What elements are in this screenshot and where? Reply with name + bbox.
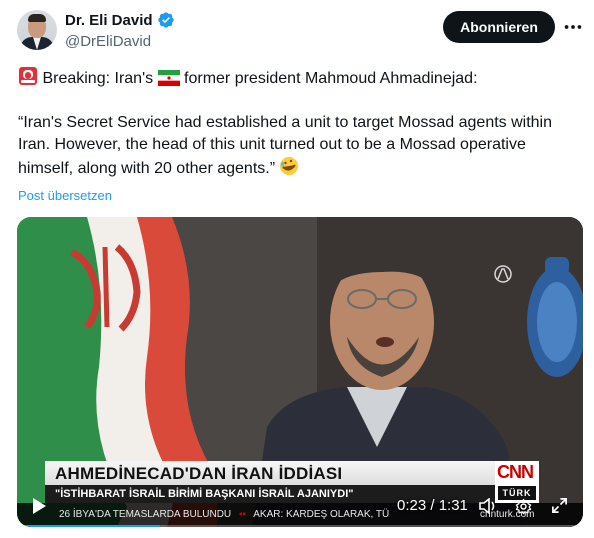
- fullscreen-icon[interactable]: [551, 497, 568, 514]
- channel-logo-text: CNN: [497, 462, 534, 482]
- tweet-body: Breaking: Iran's former president Mahmou…: [18, 66, 578, 180]
- agency-watermark-icon: [494, 265, 512, 283]
- subscribe-button[interactable]: Abonnieren: [443, 11, 555, 43]
- verified-badge-icon: [157, 12, 174, 28]
- tweet-line-1-prefix: Breaking: Iran's: [42, 70, 154, 87]
- video-progress-fill: [17, 525, 161, 527]
- tweet-quote: “Iran's Secret Service had established a…: [18, 112, 578, 180]
- settings-gear-icon[interactable]: [515, 498, 532, 515]
- video-time: 0:23 / 1:31: [397, 497, 468, 514]
- crawl-item-1: 26 İBYA'DA TEMASLARDA BULUNDU: [59, 509, 232, 520]
- iran-flag-emoji-icon: [157, 70, 180, 86]
- rofl-emoji-icon: [280, 157, 299, 175]
- author-handle[interactable]: @DrEliDavid: [65, 33, 151, 50]
- avatar[interactable]: [17, 10, 57, 50]
- crawl-separator-icon: ▪▪: [238, 509, 247, 520]
- author-name-row[interactable]: Dr. Eli David: [65, 11, 175, 29]
- more-options-icon[interactable]: [562, 16, 584, 38]
- play-icon[interactable]: [31, 497, 47, 515]
- translate-post-link[interactable]: Post übersetzen: [18, 188, 112, 203]
- crawl-item-2: AKAR: KARDEŞ OLARAK, TÜ: [253, 509, 390, 520]
- news-crawl: 26 İBYA'DA TEMASLARDA BULUNDU ▪▪ AKAR: K…: [17, 503, 583, 527]
- tweet-line-1: Breaking: Iran's former president Mahmou…: [18, 66, 578, 90]
- tweet-line-1-suffix: former president Mahmoud Ahmadinejad:: [184, 70, 478, 87]
- siren-emoji-icon: [19, 67, 37, 85]
- channel-logo: CNN TÜRK: [495, 461, 539, 503]
- video-progress-bar[interactable]: [17, 525, 583, 527]
- author-display-name[interactable]: Dr. Eli David: [65, 12, 153, 29]
- video-player[interactable]: AHMEDİNECAD'DAN İRAN İDDİASI "İSTİHBARAT…: [17, 217, 583, 527]
- volume-icon[interactable]: [479, 498, 497, 514]
- video-headline: AHMEDİNECAD'DAN İRAN İDDİASI: [45, 461, 495, 486]
